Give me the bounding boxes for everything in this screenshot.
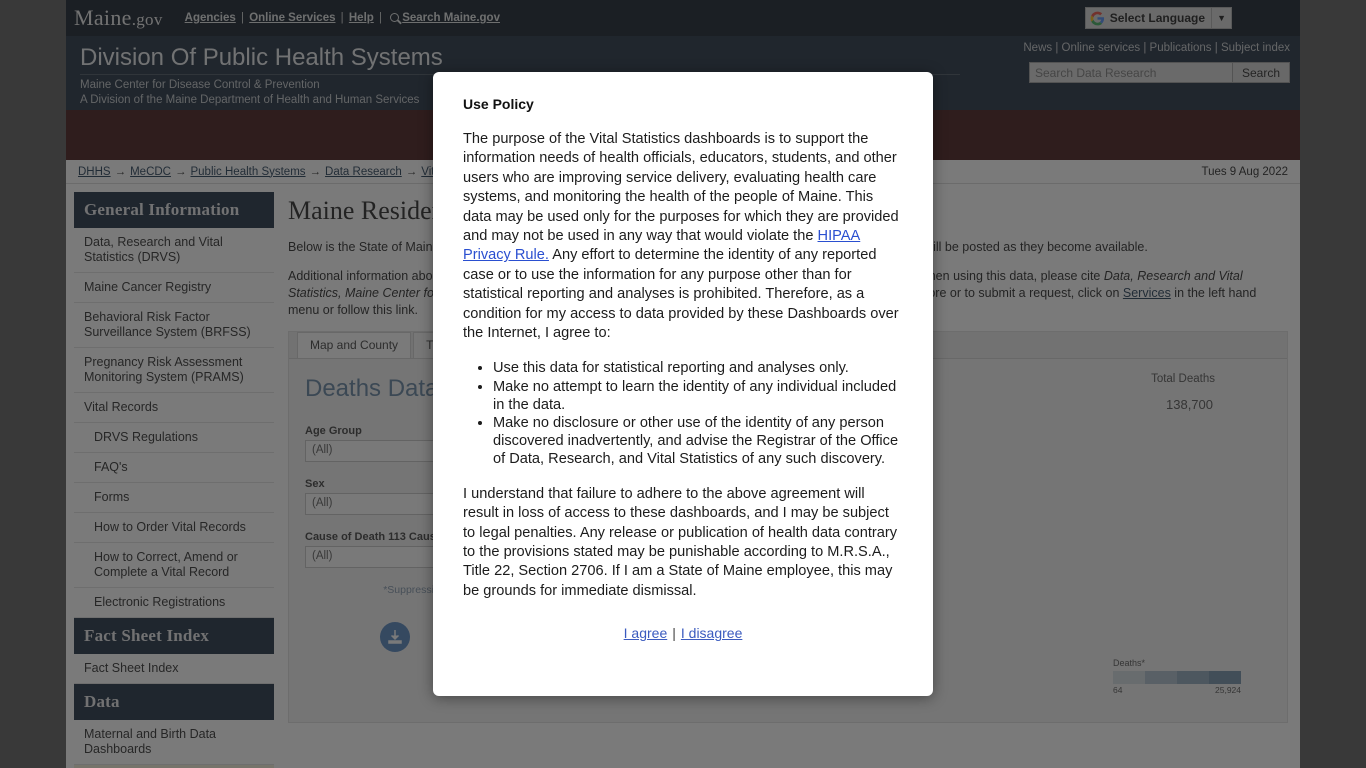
list-item: Make no disclosure or other use of the i… <box>493 414 903 469</box>
dialog-title: Use Policy <box>463 96 534 112</box>
actions-separator: | <box>672 625 676 642</box>
list-item: Use this data for statistical reporting … <box>493 359 903 377</box>
i-disagree-link[interactable]: I disagree <box>681 625 742 641</box>
i-agree-link[interactable]: I agree <box>624 625 668 641</box>
dialog-actions: I agree | I disagree <box>463 625 903 641</box>
use-policy-dialog: Use Policy The purpose of the Vital Stat… <box>433 72 933 696</box>
dialog-paragraph-2: I understand that failure to adhere to t… <box>463 485 898 599</box>
dialog-agreement-list: Use this data for statistical reporting … <box>463 359 903 468</box>
page-root: Maine.gov Agencies | Online Services | H… <box>0 0 1366 768</box>
dialog-paragraph-1: The purpose of the Vital Statistics dash… <box>463 130 903 343</box>
list-item: Make no attempt to learn the identity of… <box>493 378 903 414</box>
